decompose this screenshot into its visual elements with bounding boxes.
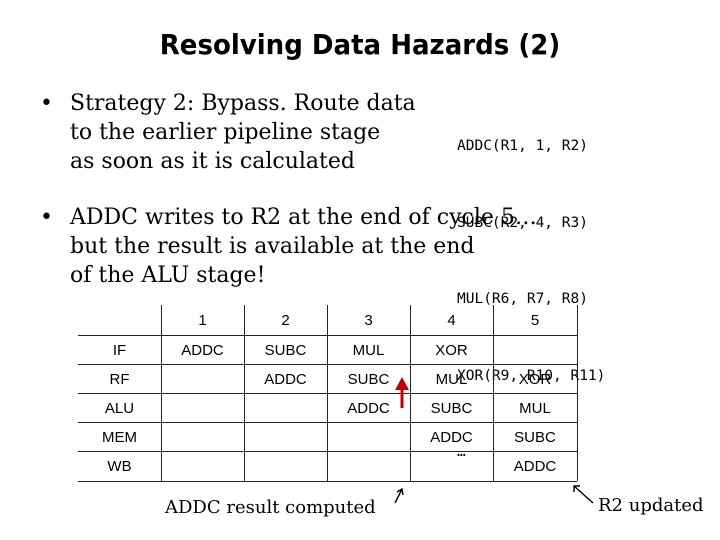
- annotation-arrows: [394, 377, 594, 504]
- caption-r2-updated: R2 updated: [598, 495, 704, 516]
- alu-result-pointer: [394, 487, 404, 504]
- r2-updated-pointer: [573, 485, 594, 504]
- bypass-arrow: [395, 377, 409, 408]
- caption-alu-result: ADDC result computed: [165, 497, 376, 518]
